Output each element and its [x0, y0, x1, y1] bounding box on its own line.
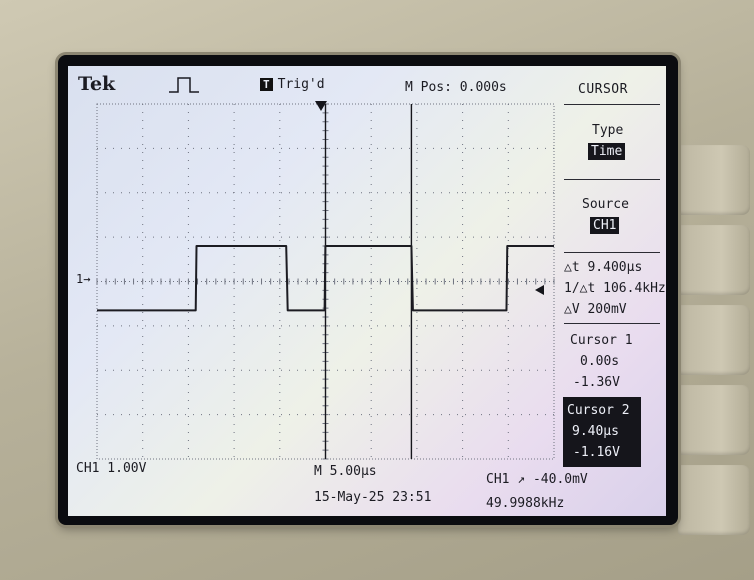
rising-pulse-icon — [169, 77, 199, 93]
cursor2-panel[interactable]: Cursor 2 9.40µs -1.16V — [563, 397, 641, 467]
oscilloscope-screen: Tek T Trig'd M Pos: 0.000s CURSOR Type Ti… — [68, 66, 666, 516]
date-time: 15-May-25 23:51 — [314, 490, 432, 505]
ch1-waveform — [97, 245, 554, 312]
cursor2-label: Cursor 2 — [567, 403, 630, 418]
ch1-scale: CH1 1.00V — [76, 461, 147, 476]
cursor2-time: 9.40µs — [572, 424, 619, 439]
delta-voltage-readout: △V 200mV — [564, 302, 627, 317]
timebase: M 5.00µs — [314, 464, 377, 479]
menu-button-2[interactable] — [678, 225, 750, 295]
menu-button-1[interactable] — [678, 145, 750, 215]
menu-button-5[interactable] — [678, 465, 750, 535]
menu-title: CURSOR — [578, 82, 628, 97]
trigger-readout: CH1 ↗ -40.0mV — [486, 472, 588, 487]
main-position: M Pos: 0.000s — [405, 80, 507, 95]
menu-divider — [564, 252, 660, 254]
source-label: Source — [582, 197, 629, 212]
cursor2-volts: -1.16V — [573, 445, 620, 460]
brand-logo: Tek — [78, 73, 116, 95]
trigger-status-text: Trig'd — [277, 77, 325, 92]
trigger-status: T Trig'd — [260, 77, 325, 92]
left-arrow-icon — [535, 285, 544, 295]
ch1-ground-marker: 1→ — [76, 272, 91, 286]
inverse-delta-time-readout: 1/△t 106.4kHz — [564, 281, 666, 296]
cursor1-label: Cursor 1 — [570, 333, 633, 348]
menu-divider — [564, 179, 660, 181]
delta-time-readout: △t 9.400µs — [564, 260, 643, 275]
menu-button-3[interactable] — [678, 305, 750, 375]
source-value-ch1[interactable]: CH1 — [590, 217, 620, 234]
type-label: Type — [592, 123, 624, 138]
trigger-frequency: 49.9988kHz — [486, 496, 565, 511]
down-triangle-icon — [315, 101, 327, 111]
cursor1-time: 0.00s — [580, 354, 620, 369]
menu-divider — [564, 323, 660, 325]
cursor1-volts: -1.36V — [573, 375, 620, 390]
menu-divider — [564, 104, 660, 106]
trigger-status-box: T — [260, 78, 273, 91]
type-value-time[interactable]: Time — [588, 143, 626, 160]
menu-button-4[interactable] — [678, 385, 750, 455]
